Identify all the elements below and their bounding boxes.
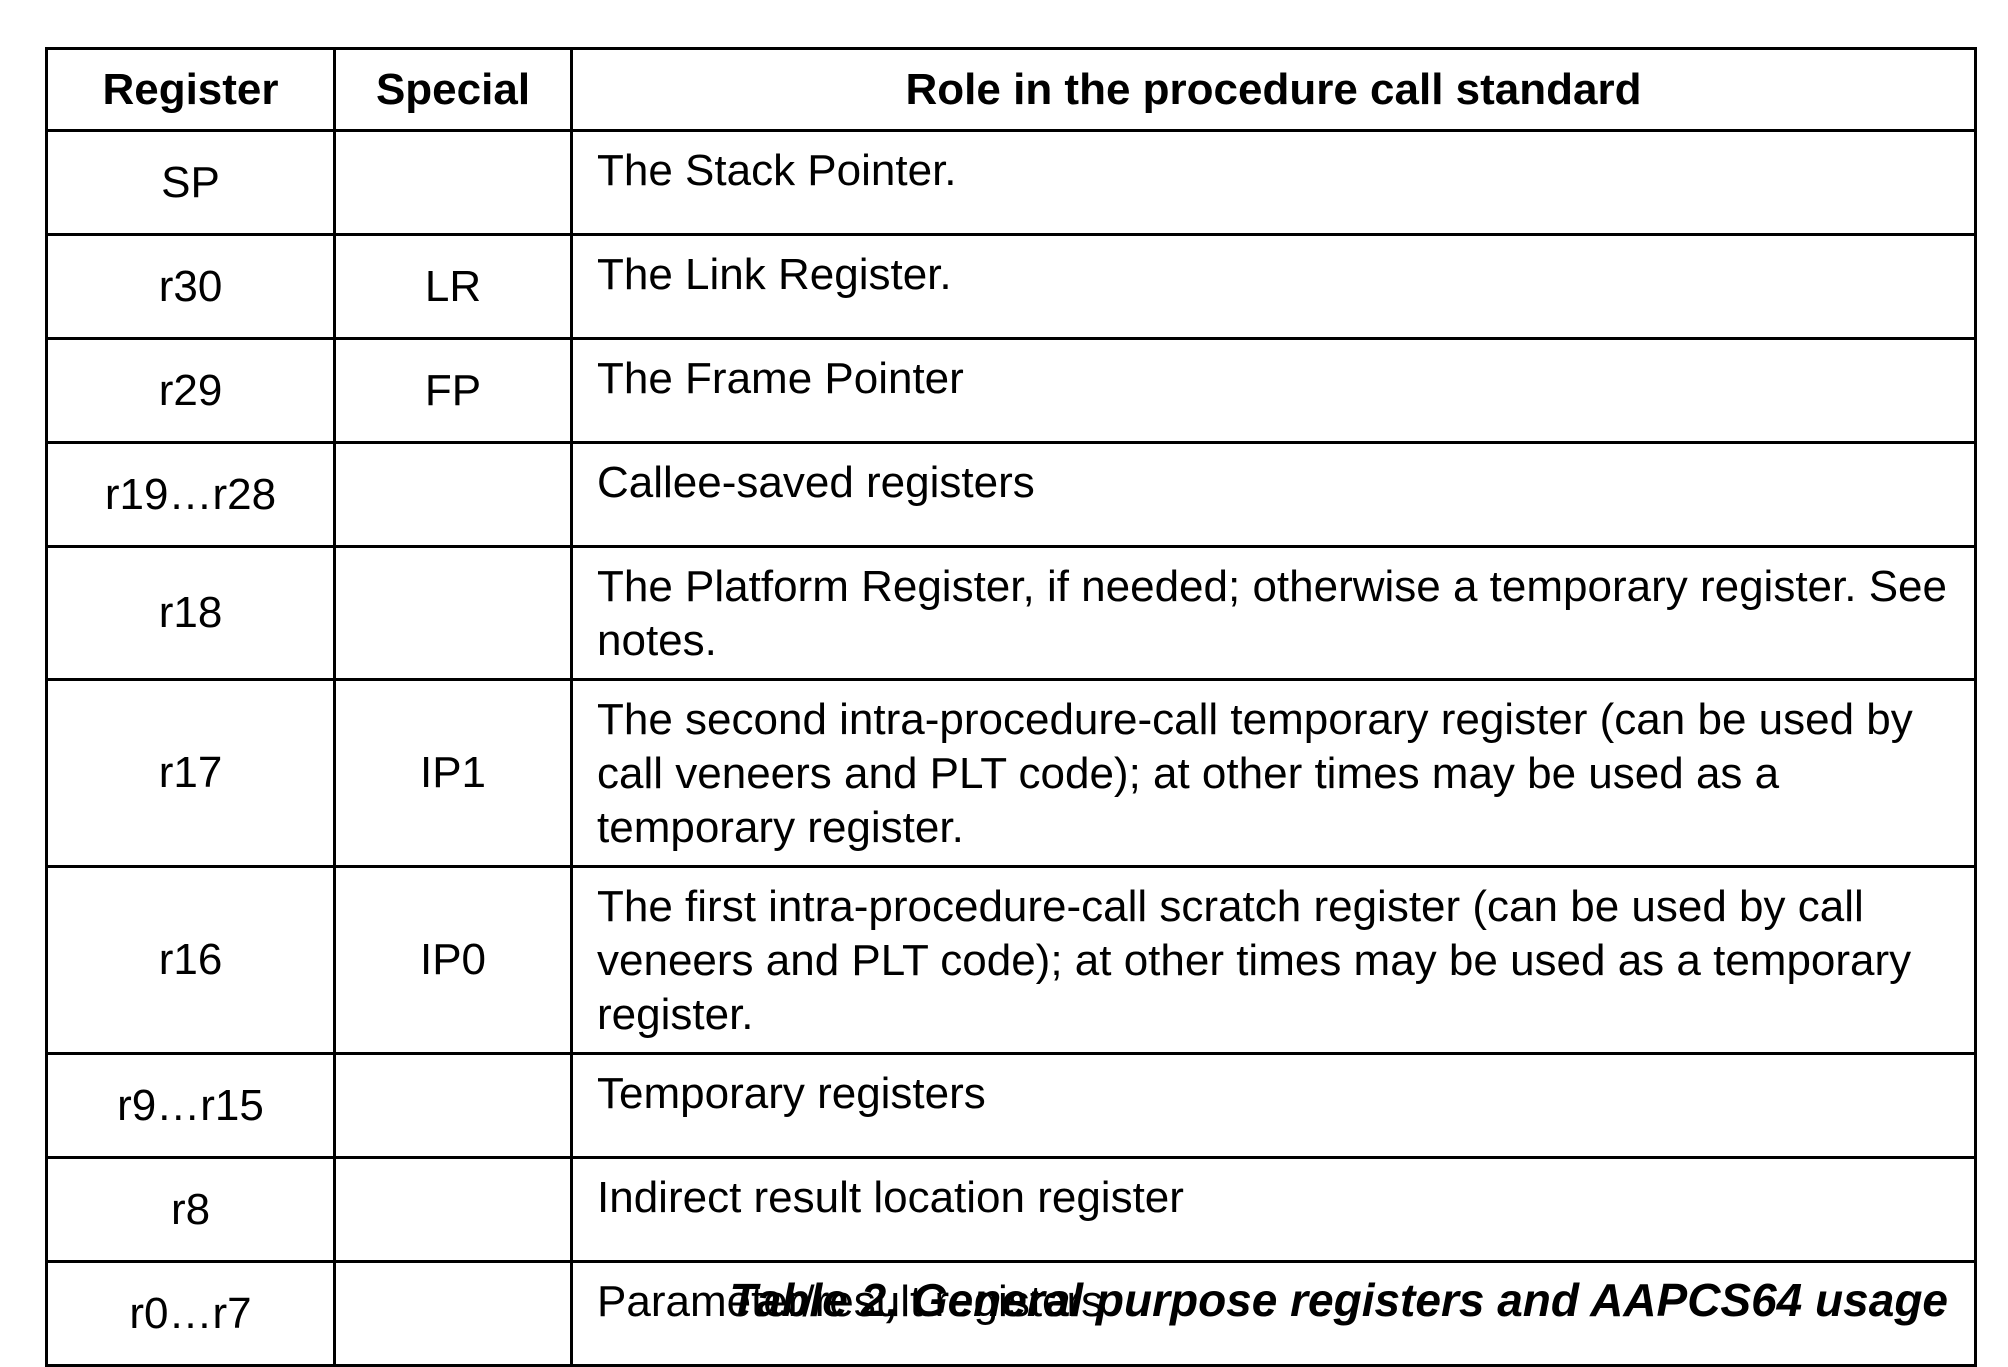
header-role: Role in the procedure call standard (570, 47, 1977, 132)
table-row: r17 IP1 The second intra-procedure-call … (45, 678, 1977, 868)
register-cell: r16 (45, 865, 336, 1055)
register-cell: r9…r15 (45, 1052, 336, 1159)
role-cell: The Platform Register, if needed; otherw… (570, 545, 1977, 681)
register-cell: r17 (45, 678, 336, 868)
table-row: r8 Indirect result location register (45, 1156, 1977, 1263)
header-special: Special (333, 47, 573, 132)
table-row: r16 IP0 The first intra-procedure-call s… (45, 865, 1977, 1055)
table-caption: Table 2, General purpose registers and A… (729, 1274, 1948, 1326)
table-row: r30 LR The Link Register. (45, 233, 1977, 340)
register-cell: r8 (45, 1156, 336, 1263)
special-cell (333, 545, 573, 681)
role-cell: The second intra-procedure-call temporar… (570, 678, 1977, 868)
register-cell: SP (45, 129, 336, 236)
table-header-row: Register Special Role in the procedure c… (45, 47, 1977, 132)
special-cell (333, 129, 573, 236)
register-cell: r19…r28 (45, 441, 336, 548)
role-cell: The Link Register. (570, 233, 1977, 340)
header-register: Register (45, 47, 336, 132)
role-cell: The first intra-procedure-call scratch r… (570, 865, 1977, 1055)
register-table: Register Special Role in the procedure c… (45, 47, 1977, 1367)
register-cell: r30 (45, 233, 336, 340)
register-cell: r29 (45, 337, 336, 444)
role-cell: Indirect result location register (570, 1156, 1977, 1263)
role-cell: The Frame Pointer (570, 337, 1977, 444)
register-cell: r0…r7 (45, 1260, 336, 1367)
special-cell: LR (333, 233, 573, 340)
table-row: r29 FP The Frame Pointer (45, 337, 1977, 444)
table-row: r19…r28 Callee-saved registers (45, 441, 1977, 548)
register-cell: r18 (45, 545, 336, 681)
role-cell: Temporary registers (570, 1052, 1977, 1159)
special-cell: IP0 (333, 865, 573, 1055)
role-cell: Callee-saved registers (570, 441, 1977, 548)
special-cell (333, 441, 573, 548)
special-cell (333, 1052, 573, 1159)
special-cell (333, 1260, 573, 1367)
table-row: r9…r15 Temporary registers (45, 1052, 1977, 1159)
table-row: r18 The Platform Register, if needed; ot… (45, 545, 1977, 681)
special-cell: FP (333, 337, 573, 444)
table-row: SP The Stack Pointer. (45, 129, 1977, 236)
role-cell: The Stack Pointer. (570, 129, 1977, 236)
special-cell: IP1 (333, 678, 573, 868)
special-cell (333, 1156, 573, 1263)
